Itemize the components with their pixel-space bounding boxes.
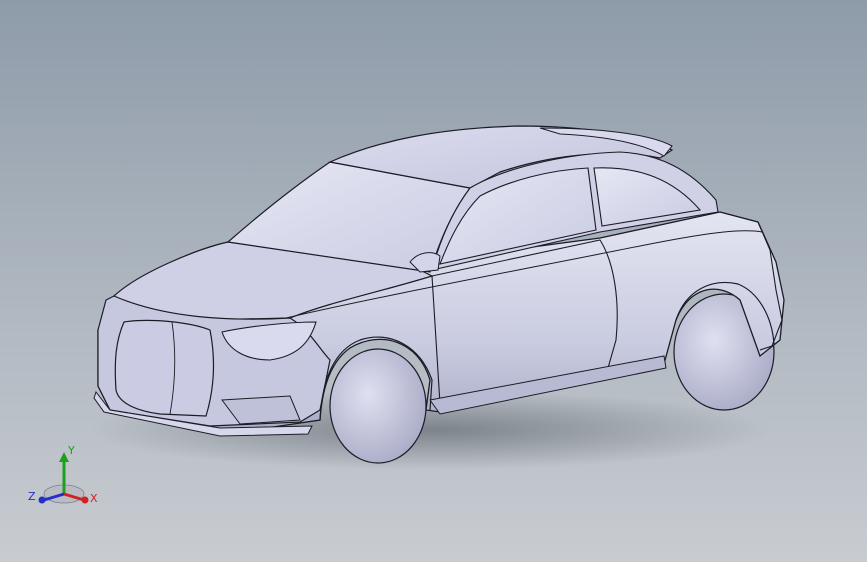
triad-y-label: Y — [67, 444, 75, 457]
car-model-3d[interactable] — [0, 0, 867, 562]
front-wheel[interactable] — [329, 348, 427, 464]
triad-z-arrow — [38, 496, 46, 504]
orientation-triad[interactable]: Y X Z — [26, 442, 106, 512]
triad-z-label: Z — [28, 490, 36, 503]
cad-viewport[interactable]: Y X Z — [0, 0, 867, 562]
triad-x-arrow — [81, 496, 89, 504]
front-grille — [114, 319, 215, 417]
triad-x-label: X — [90, 492, 98, 505]
